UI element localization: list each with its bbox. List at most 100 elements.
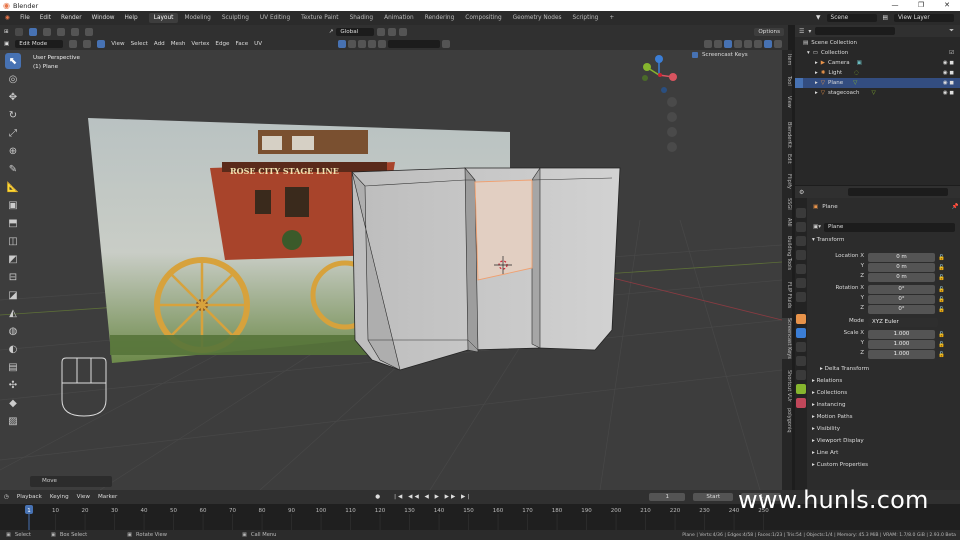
select-mode-invert-button[interactable] — [70, 28, 79, 36]
tab-texture-paint[interactable]: Texture Paint — [296, 13, 343, 23]
tab-item[interactable]: Item — [782, 54, 792, 65]
close-button[interactable]: ✕ — [934, 0, 960, 11]
cursor-tool-icon[interactable]: ◎ — [5, 71, 21, 87]
scene-selector[interactable]: Scene — [826, 14, 877, 22]
smooth-tool-icon[interactable]: ◐ — [5, 341, 21, 357]
tab-tool[interactable]: Tool — [782, 76, 792, 86]
navigation-gizmo[interactable] — [642, 55, 677, 93]
visibility-eye-icon[interactable]: ◉ ◼ — [943, 70, 954, 76]
tab-rendering[interactable]: Rendering — [420, 13, 460, 23]
view-object-types-button[interactable] — [704, 40, 712, 48]
add-cube-tool-icon[interactable]: ▣ — [5, 197, 21, 213]
rotation-z-field[interactable]: 0° — [868, 305, 935, 314]
edge-slide-tool-icon[interactable]: ▤ — [5, 359, 21, 375]
modifier-tab-icon[interactable] — [796, 328, 806, 338]
record-button[interactable]: ● — [375, 494, 380, 500]
outliner-row-plane[interactable]: ▸ ▽ Plane ▽ ◉ ◼ — [795, 78, 960, 88]
tab-blenderkit[interactable]: BlenderKit — [782, 122, 792, 148]
select-tool-button[interactable] — [14, 28, 23, 36]
minimize-button[interactable]: — — [882, 0, 908, 11]
inset-tool-icon[interactable]: ◫ — [5, 233, 21, 249]
lock-icons[interactable]: 🔓 🔓 🔓 — [938, 253, 945, 283]
gizmo-toggle-button[interactable] — [714, 40, 722, 48]
collections-section[interactable]: ▸ Collections — [812, 390, 847, 396]
zoom-icon[interactable] — [667, 97, 677, 107]
rotation-lock-icons[interactable]: 🔓 🔓 🔓 — [938, 285, 945, 315]
menu-playback[interactable]: Playback — [17, 494, 42, 500]
expand-arrow-icon[interactable]: ▸ — [815, 70, 818, 76]
tab-sculpting[interactable]: Sculpting — [217, 13, 254, 23]
collection-checkbox-icon[interactable]: ☑ — [949, 50, 954, 56]
move-tool-icon[interactable]: ✥ — [5, 89, 21, 105]
visibility-eye-icon[interactable]: ◉ ◼ — [943, 60, 954, 66]
render-tab-icon[interactable] — [796, 222, 806, 232]
menu-edge[interactable]: Edge — [215, 41, 229, 47]
menu-face[interactable]: Face — [235, 41, 248, 47]
annotate-tool-icon[interactable]: ✎ — [5, 161, 21, 177]
scene-tab-icon[interactable] — [796, 264, 806, 274]
tab-edit[interactable]: Edit — [782, 154, 792, 164]
spin-tool-icon[interactable]: ◍ — [5, 323, 21, 339]
shading-solid-button[interactable] — [754, 40, 762, 48]
outliner-filter-icon[interactable]: ▾ — [808, 28, 811, 35]
shading-wireframe-button[interactable] — [744, 40, 752, 48]
object-type-icon[interactable]: ▣▾ — [813, 224, 821, 230]
material-tab-icon[interactable] — [796, 398, 806, 408]
location-x-field[interactable]: 0 m — [868, 253, 935, 262]
location-z-field[interactable]: 0 m — [868, 273, 935, 282]
visibility-eye-icon[interactable]: ◉ ◼ — [943, 90, 954, 96]
view-layer-selector[interactable]: View Layer — [894, 14, 954, 22]
scale-lock-icons[interactable]: 🔓 🔓 🔓 — [938, 330, 945, 360]
menu-mesh[interactable]: Mesh — [171, 41, 186, 47]
options-dropdown[interactable]: Options — [754, 28, 784, 36]
tab-view[interactable]: View — [782, 96, 792, 108]
outliner-filter-funnel-icon[interactable]: ⏷ — [949, 27, 954, 35]
tab-shortcut-vur[interactable]: Shortcut VUr — [782, 370, 792, 402]
output-tab-icon[interactable] — [796, 236, 806, 246]
outliner-row-stagecoach[interactable]: ▸ ▽ stagecoach ▽ ◉ ◼ — [795, 88, 960, 98]
viewport-scene[interactable]: ROSE CITY STAGE LINE — [0, 50, 782, 490]
mode-dropdown[interactable]: Edit Mode — [15, 40, 64, 48]
visibility-eye-icon[interactable]: ◉ ◼ — [943, 80, 954, 86]
world-tab-icon[interactable] — [796, 278, 806, 288]
mirror-button[interactable] — [368, 40, 377, 48]
shrink-fatten-tool-icon[interactable]: ✣ — [5, 377, 21, 393]
expand-arrow-icon[interactable]: ▸ — [815, 60, 818, 66]
proportional-edit-button[interactable] — [399, 28, 408, 36]
transform-tool-icon[interactable]: ⊕ — [5, 143, 21, 159]
tab-layout[interactable]: Layout — [148, 13, 179, 23]
camera-data-icon[interactable]: ▣ — [857, 60, 862, 66]
menu-file[interactable]: File — [15, 15, 35, 21]
loop-cut-tool-icon[interactable]: ⊟ — [5, 269, 21, 285]
transform-orientation-dropdown[interactable]: Global — [336, 28, 375, 36]
vertex-select-button[interactable] — [69, 40, 78, 48]
object-tab-icon[interactable] — [796, 314, 806, 324]
tab-geometry-nodes[interactable]: Geometry Nodes — [508, 13, 567, 23]
playback-controls[interactable]: |◀ ◀◀ ◀ ▶ ▶▶ ▶| — [394, 494, 471, 500]
face-select-button[interactable] — [97, 40, 106, 48]
viewport-display-section[interactable]: ▸ Viewport Display — [812, 438, 864, 444]
outliner-row-scene-collection[interactable]: ▤ Scene Collection — [795, 38, 960, 48]
rotation-x-field[interactable]: 0° — [868, 285, 935, 294]
bevel-tool-icon[interactable]: ◩ — [5, 251, 21, 267]
pan-hand-icon[interactable] — [667, 112, 677, 122]
tab-modeling[interactable]: Modeling — [179, 13, 215, 23]
outliner-row-light[interactable]: ▸ ✺ Light ◌ ◉ ◼ — [795, 68, 960, 78]
add-workspace-button[interactable]: + — [604, 13, 619, 23]
operator-panel-move[interactable]: Move — [30, 476, 112, 487]
snap-increment-button[interactable] — [338, 40, 347, 48]
select-mode-new-button[interactable] — [28, 28, 37, 36]
viewport-search-field[interactable] — [388, 40, 441, 48]
view-layer-tab-icon[interactable] — [796, 250, 806, 260]
location-y-field[interactable]: 0 m — [868, 263, 935, 272]
rip-region-tool-icon[interactable]: ▨ — [5, 413, 21, 429]
select-mode-subtract-button[interactable] — [56, 28, 65, 36]
properties-editor-icon[interactable]: ⚙ — [799, 189, 804, 196]
menu-render[interactable]: Render — [56, 15, 87, 21]
maximize-button[interactable]: ❐ — [908, 0, 934, 11]
outliner-row-collection[interactable]: ▾ ▭ Collection ☑ — [795, 48, 960, 58]
tab-polygoniq[interactable]: polygoniq — [782, 408, 792, 433]
menu-marker[interactable]: Marker — [98, 494, 117, 500]
menu-help[interactable]: Help — [120, 15, 143, 21]
mesh-data-icon[interactable]: ▽ — [853, 80, 857, 86]
